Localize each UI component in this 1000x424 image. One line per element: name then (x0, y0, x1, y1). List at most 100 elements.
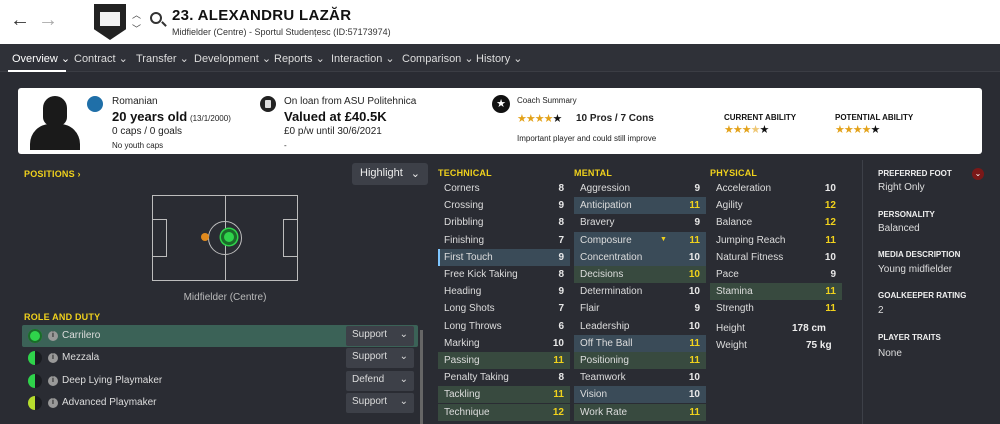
tab-interaction[interactable]: Interaction ⌄ (331, 52, 395, 65)
tab-reports[interactable]: Reports ⌄ (274, 52, 325, 65)
attribute-value: 11 (689, 355, 700, 366)
info-icon[interactable]: i (48, 376, 58, 386)
duty-dropdown[interactable]: Support ⌄ (346, 393, 414, 413)
physical-title: PHYSICAL (710, 168, 758, 178)
attribute-row[interactable]: Work Rate 11 (574, 403, 706, 421)
duty-dropdown[interactable]: Support ⌄ (346, 348, 414, 368)
tab-history[interactable]: History ⌄ (476, 52, 523, 65)
player-traits-value: None (878, 348, 902, 359)
attribute-value: 11 (825, 234, 836, 246)
attribute-row[interactable]: Vision 10 (574, 386, 706, 404)
role-name: Deep Lying Playmaker (62, 375, 163, 386)
attribute-change-icon: ▼ (660, 235, 667, 243)
role-name: Advanced Playmaker (62, 397, 157, 408)
duty-dropdown[interactable]: Support ⌄ (346, 326, 414, 346)
attribute-value: 11 (689, 406, 700, 418)
preferred-foot-expand-icon[interactable]: ⌄ (972, 168, 984, 180)
media-description-label: MEDIA DESCRIPTION (878, 250, 961, 259)
attribute-row[interactable]: Stamina 11 (710, 283, 842, 301)
attribute-row[interactable]: Heading 9 (438, 283, 570, 300)
attribute-value: 10 (552, 337, 564, 349)
attribute-value: 8 (558, 269, 564, 280)
attribute-row[interactable]: Penalty Taking 8 (438, 369, 570, 386)
position-label: Midfielder (Centre) (183, 292, 267, 303)
attribute-row[interactable]: Teamwork 10 (574, 369, 706, 386)
forward-arrow-icon[interactable]: → (38, 10, 58, 30)
chevron-down-icon[interactable]: ﹀ (132, 22, 141, 35)
role-row[interactable]: i Mezzala Support ⌄ (22, 347, 418, 369)
back-arrow-icon[interactable]: ← (10, 10, 30, 30)
attribute-row[interactable]: Tackling 11 (438, 386, 570, 404)
role-row[interactable]: i Advanced Playmaker Support ⌄ (22, 392, 418, 414)
attribute-value: 6 (558, 320, 564, 332)
info-icon[interactable]: i (48, 353, 58, 363)
current-ability-label: CURRENT ABILITY (724, 113, 797, 122)
tab-contract[interactable]: Contract ⌄ (74, 52, 128, 65)
attribute-value: 9 (558, 286, 564, 298)
attribute-row[interactable]: Concentration 10 (574, 248, 706, 266)
attribute-row[interactable]: Bravery 9 (574, 214, 706, 231)
extra-dash: - (284, 141, 287, 150)
attribute-row[interactable]: Flair 9 (574, 300, 706, 317)
attribute-name: Leadership (580, 320, 630, 332)
attribute-row[interactable]: Anticipation 11 (574, 197, 706, 215)
role-row[interactable]: i Carrilero Support ⌄ (22, 325, 418, 347)
attribute-row[interactable]: Natural Fitness 10 (710, 249, 842, 266)
attribute-row[interactable]: Balance 12 (710, 214, 842, 231)
caps-goals: 0 caps / 0 goals (112, 126, 183, 137)
wage-contract: £0 p/w until 30/6/2021 (284, 126, 382, 137)
attribute-value: 10 (824, 183, 836, 194)
info-icon[interactable]: i (48, 398, 58, 408)
attribute-value: 12 (552, 406, 564, 418)
divider (862, 160, 863, 424)
attribute-name: Dribbling (444, 217, 484, 229)
attribute-row[interactable]: Off The Ball 11 (574, 334, 706, 352)
chevron-up-icon[interactable]: ︿ (132, 8, 141, 21)
roles-scrollbar[interactable] (420, 330, 423, 424)
attribute-value: 11 (689, 337, 700, 349)
attribute-row[interactable]: Agility 12 (710, 197, 842, 214)
attribute-row[interactable]: Determination 10 (574, 283, 706, 300)
attribute-name: Bravery (580, 217, 615, 229)
attribute-row[interactable]: Free Kick Taking 8 (438, 266, 570, 283)
coach-note: Important player and could still improve (517, 134, 657, 143)
attribute-row[interactable]: Decisions 10 (574, 266, 706, 283)
attribute-row[interactable]: First Touch 9 (438, 248, 570, 266)
search-icon[interactable] (150, 12, 162, 24)
tab-development[interactable]: Development ⌄ (194, 52, 271, 65)
attribute-row[interactable]: Long Shots 7 (438, 300, 570, 317)
technical-title: TECHNICAL (438, 168, 492, 178)
attribute-row[interactable]: Corners 8 (438, 180, 570, 197)
attribute-row[interactable]: Long Throws 6 (438, 318, 570, 335)
attribute-name: Stamina (716, 286, 753, 298)
attribute-name: Technique (444, 406, 490, 418)
tab-overview[interactable]: Overview ⌄ (12, 52, 70, 65)
tab-comparison[interactable]: Comparison ⌄ (402, 52, 474, 65)
attribute-row[interactable]: Jumping Reach 11 (710, 232, 842, 249)
role-row[interactable]: i Deep Lying Playmaker Defend ⌄ (22, 370, 418, 392)
preferred-foot-label: PREFERRED FOOT (878, 169, 952, 178)
attribute-row[interactable]: Finishing 7 (438, 232, 570, 249)
highlight-dropdown[interactable]: Highlight ⌄ (352, 163, 428, 185)
positions-title[interactable]: POSITIONS › (24, 169, 81, 179)
attribute-row[interactable]: Dribbling 8 (438, 214, 570, 231)
attribute-row[interactable]: Pace 9 (710, 266, 842, 283)
attribute-value: 7 (558, 303, 564, 315)
attribute-row[interactable]: Positioning 11 (574, 352, 706, 369)
goalkeeper-rating-value: 2 (878, 305, 884, 316)
attribute-row[interactable]: Aggression 9 (574, 180, 706, 197)
info-icon[interactable]: i (48, 331, 58, 341)
attribute-row[interactable]: Strength 11 (710, 300, 842, 317)
attribute-name: Flair (580, 303, 600, 315)
attribute-row[interactable]: Marking 10 (438, 335, 570, 352)
attribute-row[interactable]: Composure ▼ 11 (574, 231, 706, 249)
attribute-row[interactable]: Passing 11 (438, 352, 570, 369)
tab-transfer[interactable]: Transfer ⌄ (136, 52, 189, 65)
attribute-row[interactable]: Leadership 10 (574, 318, 706, 335)
nationality-flag-icon (87, 96, 103, 112)
duty-dropdown[interactable]: Defend ⌄ (346, 371, 414, 391)
attribute-row[interactable]: Acceleration 10 (710, 180, 842, 197)
attribute-row[interactable]: Crossing 9 (438, 197, 570, 214)
attribute-row[interactable]: Technique 12 (438, 403, 570, 421)
role-suitability-icon (28, 396, 42, 410)
